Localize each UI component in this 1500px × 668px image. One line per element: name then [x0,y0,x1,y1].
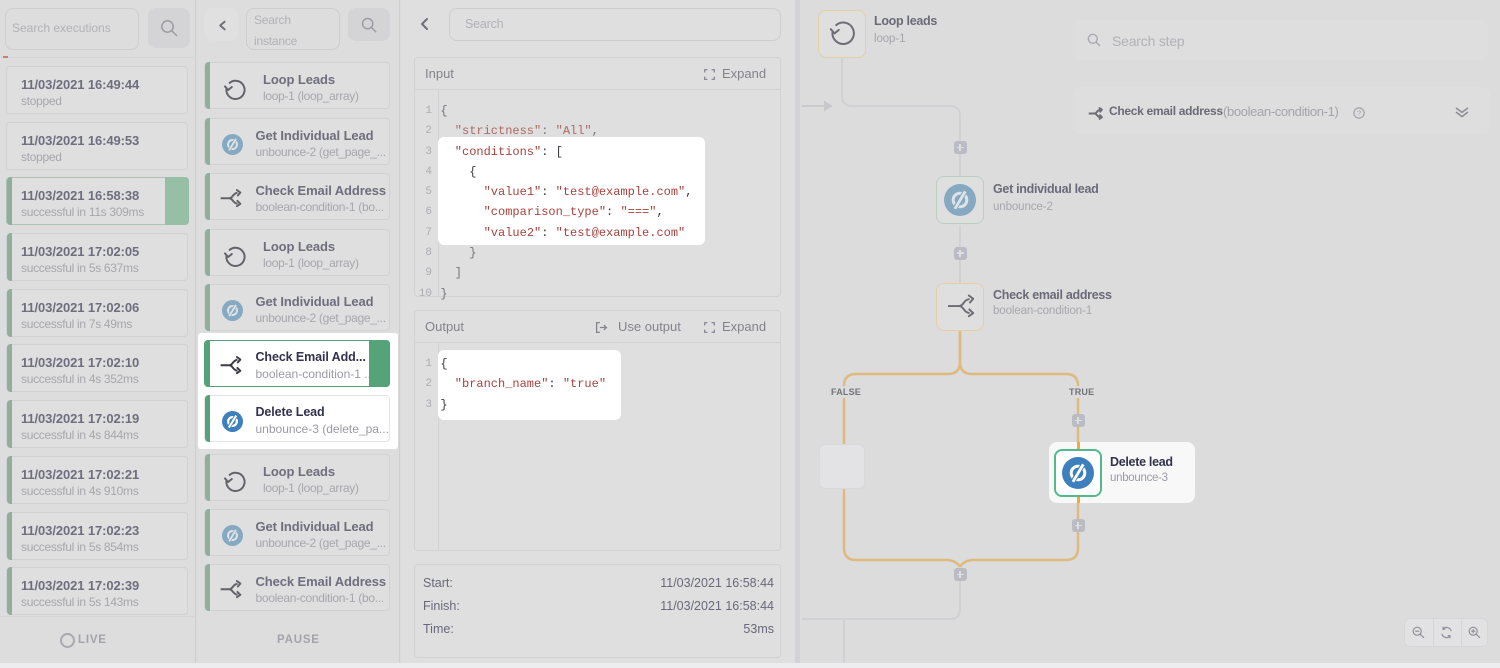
svg-text:?: ? [1357,108,1361,117]
